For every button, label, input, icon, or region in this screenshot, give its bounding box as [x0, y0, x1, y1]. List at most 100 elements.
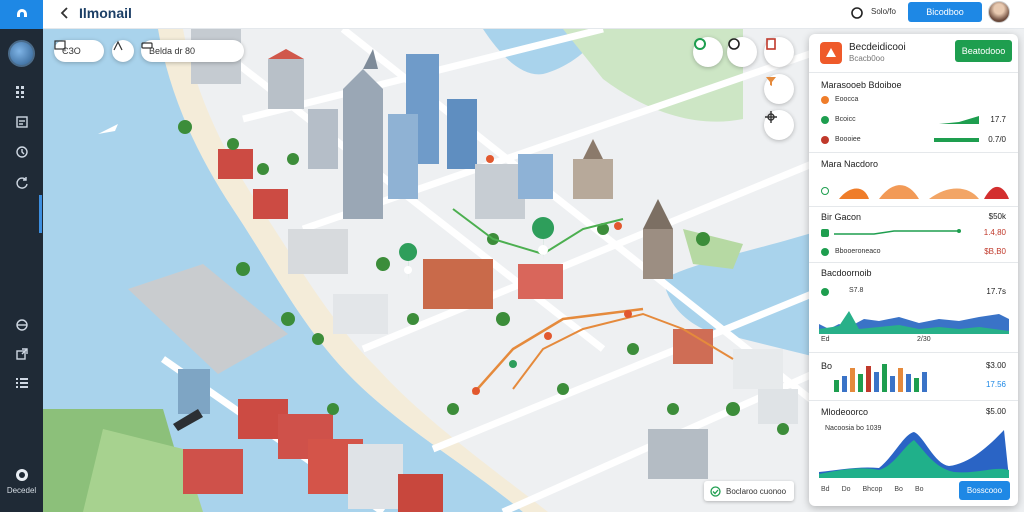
legend-item: Do [841, 486, 851, 493]
row-label: Boooiee [835, 136, 861, 143]
history-icon[interactable] [13, 143, 30, 160]
place-pill-label: Belda dr 80 [149, 46, 196, 56]
section-title: Bacdoornoib [821, 268, 872, 278]
section-title: Bir Gacon [821, 212, 862, 222]
status-chip-label: Boclaroo cuonoo [726, 486, 787, 496]
location-button[interactable] [693, 37, 723, 67]
status-chip[interactable]: Boclaroo cuonoo [704, 481, 794, 501]
bar-chart [834, 364, 927, 392]
transit-icon [113, 40, 123, 51]
scale-pill[interactable]: ЄЗО [54, 40, 104, 62]
document-icon[interactable] [13, 113, 30, 130]
analytics-panel: Becdeidicooi Bcacb0oo Beatodooo Marasooe… [809, 34, 1018, 506]
alert-icon [820, 42, 842, 64]
status-dot [821, 136, 829, 144]
row-value: $50k [988, 212, 1006, 221]
rail-active-indicator [39, 195, 42, 233]
globe-icon[interactable] [13, 316, 30, 333]
row-value: 0.7/0 [988, 135, 1006, 144]
section-title: Mara Nacdoro [821, 159, 879, 169]
place-pill[interactable]: Belda dr 80 [141, 40, 244, 62]
divider [809, 400, 1018, 401]
top-bar: Ilmonail Solo/fo Bicodboo [43, 0, 1024, 29]
rail-footer-label: Decedel [6, 486, 37, 495]
recenter-button[interactable] [764, 110, 794, 140]
status-dot [821, 288, 829, 296]
panel-subtitle: Bcacb0oo [849, 54, 885, 63]
filter-icon [766, 77, 776, 86]
progress-bar [934, 138, 979, 142]
status-dot [821, 187, 829, 195]
legend-item: Bhcop [862, 486, 883, 493]
panel-title: Becdeidicooi [849, 42, 906, 53]
divider [809, 262, 1018, 263]
map-marker [472, 387, 480, 395]
divider [809, 352, 1018, 353]
section-title: Mlodeoorco [821, 407, 869, 417]
filter-button[interactable] [764, 74, 794, 104]
map-marker [486, 155, 494, 163]
area-sparkline [839, 185, 1009, 199]
status-dot [821, 116, 829, 124]
row-label: S7.8 [849, 287, 864, 294]
refresh-icon[interactable] [13, 173, 30, 190]
panel-action-button[interactable]: Beatodooo [955, 40, 1012, 62]
row-label: Eoocca [835, 96, 859, 103]
search-label[interactable]: Solo/fo [871, 7, 896, 16]
bookmark-icon [766, 38, 776, 50]
layers-icon [54, 40, 66, 50]
app-logo-icon[interactable] [0, 0, 43, 29]
sparkline [939, 116, 979, 124]
panel-footer-button[interactable]: Bosscooo [959, 481, 1010, 500]
search-icon[interactable] [849, 5, 865, 21]
row-value: $B,B0 [984, 247, 1006, 256]
row-value: 1.4,80 [983, 228, 1006, 237]
row-value: 17.56 [985, 380, 1006, 389]
car-icon [141, 42, 153, 49]
transit-button[interactable] [112, 40, 134, 62]
row-label: Bcoicc [835, 116, 856, 123]
divider [809, 152, 1018, 153]
status-dot [821, 248, 829, 256]
list-icon[interactable] [13, 374, 30, 391]
section-title: Marasooeb Bdoiboe [821, 80, 902, 90]
map-marker [624, 310, 632, 318]
compass-button[interactable] [727, 37, 757, 67]
divider [809, 206, 1018, 207]
help-icon[interactable] [13, 466, 30, 483]
axis-label: Ed [821, 336, 830, 343]
area-chart-large [819, 430, 1009, 478]
back-arrow-icon[interactable] [58, 6, 72, 20]
save-button[interactable] [764, 37, 794, 67]
check-circle-icon [710, 485, 721, 497]
legend-item: Bd [821, 486, 830, 493]
map-marker [509, 360, 517, 368]
section-title: Bo [821, 361, 833, 371]
crosshair-icon [765, 111, 777, 123]
row-value: 17.7s [986, 287, 1006, 296]
profile-avatar[interactable] [988, 1, 1010, 23]
grid-icon[interactable] [13, 83, 30, 100]
row-label: Bbooeroneaco [835, 248, 881, 255]
axis-label: 2/30 [917, 336, 931, 343]
status-dot [821, 96, 829, 104]
row-value: $3.00 [985, 361, 1006, 370]
row-value: 17.7 [990, 115, 1006, 124]
divider [809, 72, 1018, 73]
user-avatar[interactable] [8, 40, 35, 67]
app-title: Ilmonail [79, 5, 132, 21]
left-rail: Decedel [0, 0, 43, 512]
map-marker [614, 222, 622, 230]
compass-icon [728, 38, 740, 50]
area-chart [819, 311, 1009, 334]
map-marker [544, 332, 552, 340]
legend-item: Bo [894, 486, 903, 493]
status-dot [821, 229, 829, 237]
progress-line [834, 229, 961, 235]
share-icon[interactable] [13, 345, 30, 362]
location-pin-icon [694, 38, 706, 50]
primary-action-button[interactable]: Bicodboo [908, 2, 982, 22]
row-value: $5.00 [985, 407, 1006, 416]
legend-item: Bo [914, 486, 924, 493]
chart-legend: Bd Do Bhcop Bo Bo [821, 486, 924, 493]
